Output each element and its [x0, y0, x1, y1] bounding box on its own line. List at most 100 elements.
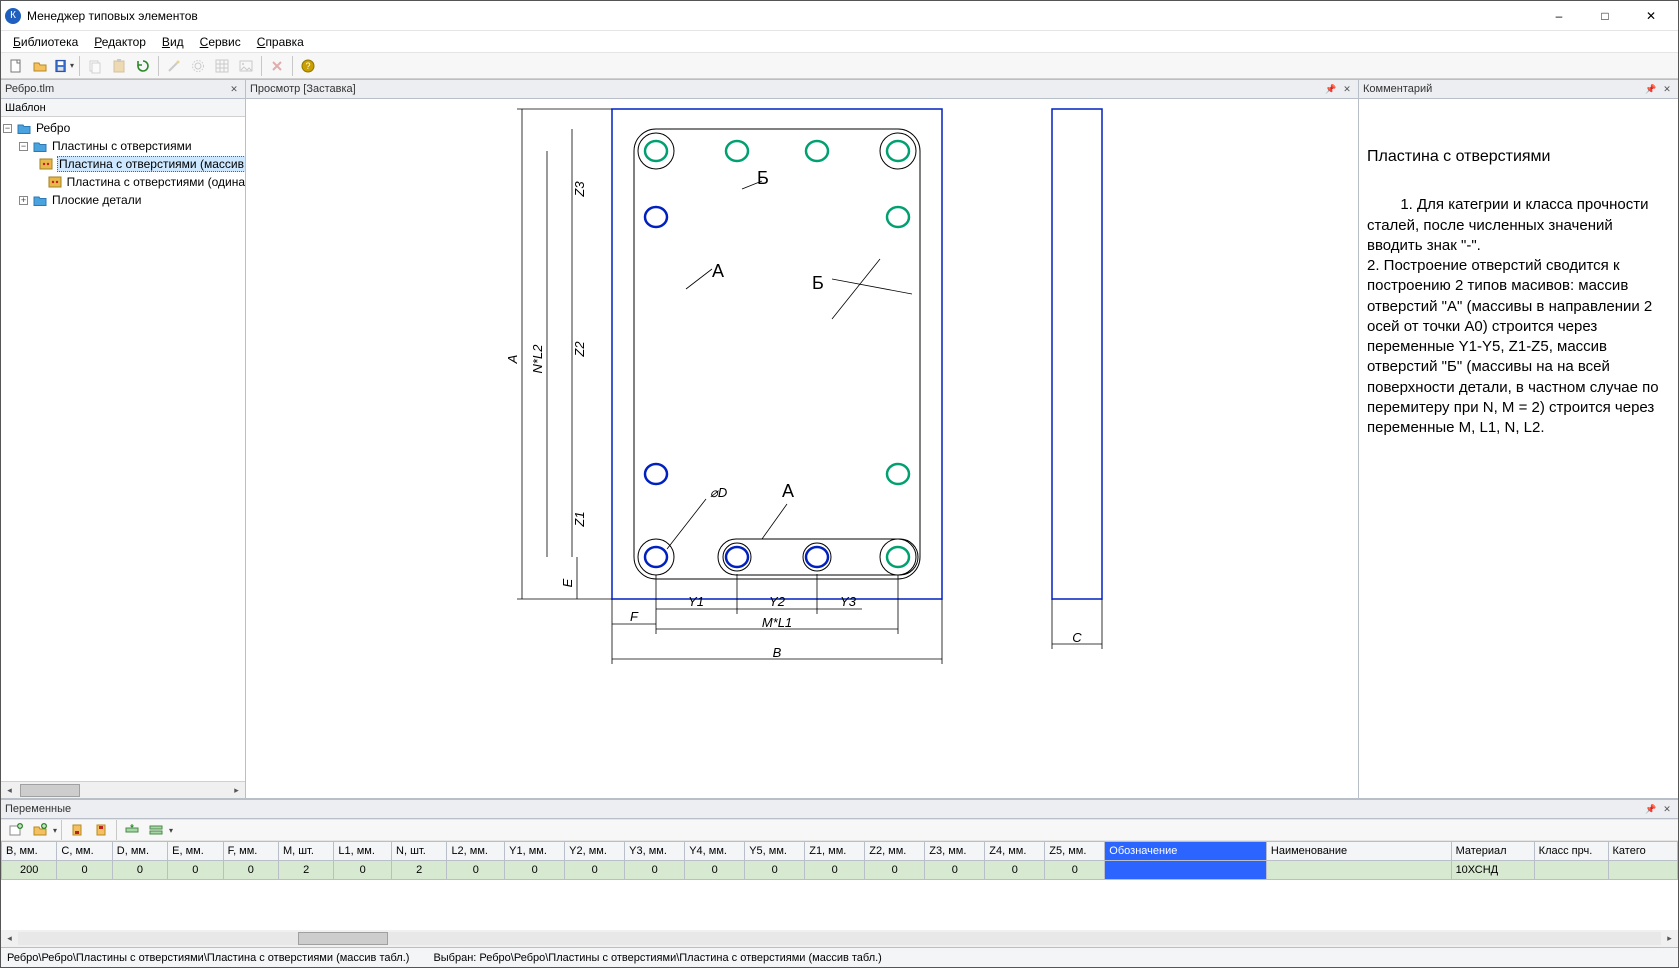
tree-group-flat[interactable]: + Плоские детали	[1, 191, 245, 209]
cell[interactable]: 0	[985, 861, 1045, 880]
preview-pin-button[interactable]: 📌	[1324, 82, 1338, 96]
col-header[interactable]: Катего	[1608, 842, 1677, 861]
cell[interactable]: 0	[925, 861, 985, 880]
cell[interactable]: 0	[1045, 861, 1105, 880]
cell[interactable]: 0	[57, 861, 112, 880]
tree-item-single[interactable]: Пластина с отверстиями (одина	[1, 173, 245, 191]
col-header[interactable]: Y3, мм.	[625, 842, 685, 861]
cell[interactable]: 0	[223, 861, 278, 880]
menu-help[interactable]: Справка	[251, 33, 310, 51]
col-header[interactable]: Z1, мм.	[805, 842, 865, 861]
col-header[interactable]: B, мм.	[2, 842, 57, 861]
svg-text:C: C	[1072, 630, 1082, 645]
cell[interactable]: 200	[2, 861, 57, 880]
cell[interactable]: 0	[112, 861, 167, 880]
col-header[interactable]: Обозначение	[1105, 842, 1267, 861]
tb-paste	[108, 55, 130, 77]
col-header[interactable]: Класс прч.	[1534, 842, 1608, 861]
col-header[interactable]: Z3, мм.	[925, 842, 985, 861]
variables-toolbar: ▾ ▾	[1, 819, 1678, 841]
vt-add[interactable]	[5, 819, 27, 841]
maximize-button[interactable]: □	[1582, 1, 1628, 31]
template-tree[interactable]: − Ребро − Пластины с отверстиями Пластин…	[1, 117, 245, 781]
col-header[interactable]: Y2, мм.	[565, 842, 625, 861]
col-header[interactable]: Y5, мм.	[745, 842, 805, 861]
tree-root[interactable]: − Ребро	[1, 119, 245, 137]
col-header[interactable]: Y4, мм.	[685, 842, 745, 861]
col-header[interactable]: Z2, мм.	[865, 842, 925, 861]
menu-view[interactable]: Вид	[156, 33, 190, 51]
vt-add-folder[interactable]	[29, 819, 51, 841]
menu-service[interactable]: Сервис	[194, 33, 247, 51]
svg-text:Б: Б	[812, 273, 824, 293]
cell[interactable]: 0	[168, 861, 223, 880]
svg-text:Y2: Y2	[769, 594, 786, 609]
window-title: Менеджер типовых элементов	[27, 9, 1536, 23]
cell[interactable]	[1105, 861, 1267, 880]
col-header[interactable]: F, мм.	[223, 842, 278, 861]
col-header[interactable]: Материал	[1451, 842, 1534, 861]
svg-text:А: А	[712, 261, 724, 281]
vt-add-row[interactable]	[121, 819, 143, 841]
cell[interactable]: 0	[447, 861, 505, 880]
comment-close-button[interactable]: ✕	[1660, 82, 1674, 96]
cell[interactable]	[1266, 861, 1451, 880]
col-header[interactable]: E, мм.	[168, 842, 223, 861]
variables-hscroll[interactable]: ◂ ▸	[1, 930, 1678, 947]
cell[interactable]: 10ХСНД	[1451, 861, 1534, 880]
cell[interactable]: 0	[745, 861, 805, 880]
variables-grid[interactable]: B, мм.C, мм.D, мм.E, мм.F, мм.M, шт.L1, …	[1, 841, 1678, 880]
svg-text:A: A	[505, 355, 520, 365]
variables-pin-button[interactable]: 📌	[1644, 802, 1658, 816]
menu-editor[interactable]: Редактор	[88, 33, 152, 51]
new-button[interactable]	[5, 55, 27, 77]
app-icon: К	[5, 8, 21, 24]
cell[interactable]	[1534, 861, 1608, 880]
cell[interactable]	[1608, 861, 1677, 880]
col-header[interactable]: Z5, мм.	[1045, 842, 1105, 861]
close-button[interactable]: ✕	[1628, 1, 1674, 31]
cell[interactable]: 0	[334, 861, 392, 880]
tb-help[interactable]: ?	[297, 55, 319, 77]
col-header[interactable]: C, мм.	[57, 842, 112, 861]
app-window: К Менеджер типовых элементов – □ ✕ Библи…	[0, 0, 1679, 968]
cell[interactable]: 0	[625, 861, 685, 880]
left-panel-close[interactable]: ✕	[227, 82, 241, 96]
comment-pin-button[interactable]: 📌	[1644, 82, 1658, 96]
cell[interactable]: 0	[565, 861, 625, 880]
menu-library[interactable]: Библиотека	[7, 33, 84, 51]
svg-text:Y1: Y1	[688, 594, 704, 609]
col-header[interactable]: Z4, мм.	[985, 842, 1045, 861]
tree-item-array[interactable]: Пластина с отверстиями (массив	[1, 155, 245, 173]
cell[interactable]: 0	[865, 861, 925, 880]
variables-title: Переменные	[5, 803, 71, 815]
col-header[interactable]: L2, мм.	[447, 842, 505, 861]
variables-panel-header: Переменные 📌 ✕	[1, 799, 1678, 819]
cell[interactable]: 2	[392, 861, 447, 880]
minimize-button[interactable]: –	[1536, 1, 1582, 31]
tb-refresh[interactable]	[132, 55, 154, 77]
cell[interactable]: 2	[278, 861, 333, 880]
col-header[interactable]: N, шт.	[392, 842, 447, 861]
variables-close-button[interactable]: ✕	[1660, 802, 1674, 816]
cell[interactable]: 0	[505, 861, 565, 880]
cell[interactable]: 0	[685, 861, 745, 880]
left-file-tab[interactable]: Ребро.tlm	[5, 83, 54, 95]
cell[interactable]: 0	[805, 861, 865, 880]
vt-duplicate-row[interactable]	[145, 819, 167, 841]
col-header[interactable]: L1, мм.	[334, 842, 392, 861]
col-header[interactable]: Наименование	[1266, 842, 1451, 861]
col-header[interactable]: M, шт.	[278, 842, 333, 861]
col-header[interactable]: Y1, мм.	[505, 842, 565, 861]
tb-image	[235, 55, 257, 77]
save-dropdown-button[interactable]: ▾	[53, 55, 75, 77]
vt-mark-a[interactable]	[66, 819, 88, 841]
tree-hscroll[interactable]: ◂ ▸	[1, 781, 245, 798]
svg-text:Z2: Z2	[572, 341, 587, 358]
col-header[interactable]: D, мм.	[112, 842, 167, 861]
preview-close-button[interactable]: ✕	[1340, 82, 1354, 96]
open-button[interactable]	[29, 55, 51, 77]
tree-group-plates[interactable]: − Пластины с отверстиями	[1, 137, 245, 155]
comment-text: 1. Для категрии и класса прочности стале…	[1367, 196, 1663, 436]
vt-mark-b[interactable]	[90, 819, 112, 841]
